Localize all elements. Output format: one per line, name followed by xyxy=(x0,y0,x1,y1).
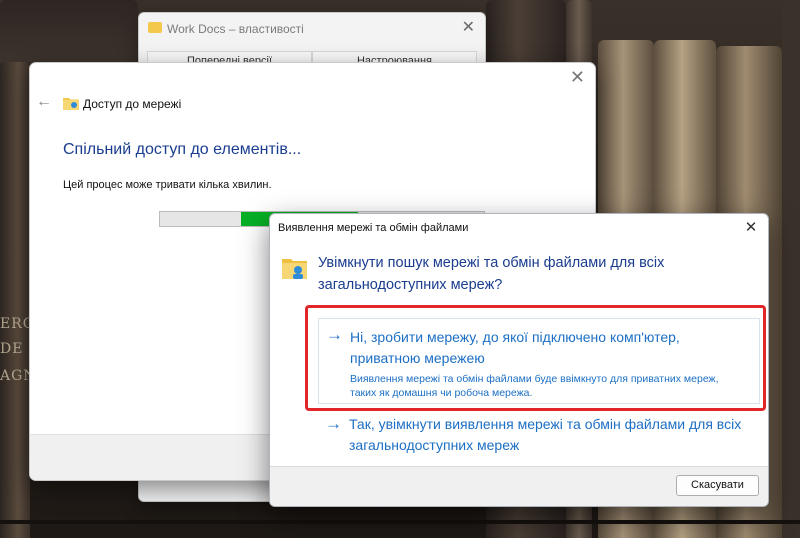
network-discovery-dialog: Виявлення мережі та обмін файлами ✕ Увім… xyxy=(269,213,769,507)
option-private-desc-line1: Виявлення мережі та обмін файлами буде в… xyxy=(350,373,719,385)
discovery-dialog-footer: Скасувати xyxy=(270,466,768,506)
cancel-button[interactable]: Скасувати xyxy=(676,475,759,496)
option-public-title-line1: Так, увімкнути виявлення мережі та обмін… xyxy=(349,416,742,432)
network-folder-icon xyxy=(63,98,79,110)
network-dialog-heading: Спільний доступ до елементів... xyxy=(63,141,302,158)
arrow-right-icon: → xyxy=(326,325,343,344)
option-private-desc-line2: таких як домашня чи робоча мережа. xyxy=(350,387,533,399)
discovery-titlebar: Виявлення мережі та обмін файлами ✕ xyxy=(270,214,768,242)
network-sharing-icon xyxy=(282,259,307,279)
network-dialog-subtitle: Цей процес може тривати кілька хвилин. xyxy=(63,179,272,191)
network-dialog-title: Доступ до мережі xyxy=(83,97,182,111)
properties-window-title: Work Docs – властивості xyxy=(167,22,304,36)
option-public-title-line2: загальнодоступних мереж xyxy=(349,437,520,453)
properties-close-button[interactable]: ✕ xyxy=(462,17,475,37)
arrow-right-icon: → xyxy=(325,414,342,433)
network-dialog-close-button[interactable]: ✕ xyxy=(570,67,585,88)
option-private-title-line2: приватною мережею xyxy=(350,350,485,366)
folder-icon xyxy=(148,22,162,33)
option-enable-public-discovery[interactable]: → Так, увімкнути виявлення мережі та обм… xyxy=(318,410,760,460)
option-private-title-line1: Ні, зробити мережу, до якої підключено к… xyxy=(350,329,680,345)
back-arrow-button[interactable]: ← xyxy=(36,93,52,111)
discovery-dialog-title: Виявлення мережі та обмін файлами xyxy=(278,222,469,234)
discovery-question: Увімкнути пошук мережі та обмін файлами … xyxy=(318,255,665,293)
option-make-private-network[interactable]: → Ні, зробити мережу, до якої підключено… xyxy=(318,318,760,404)
discovery-close-button[interactable]: ✕ xyxy=(740,218,762,236)
